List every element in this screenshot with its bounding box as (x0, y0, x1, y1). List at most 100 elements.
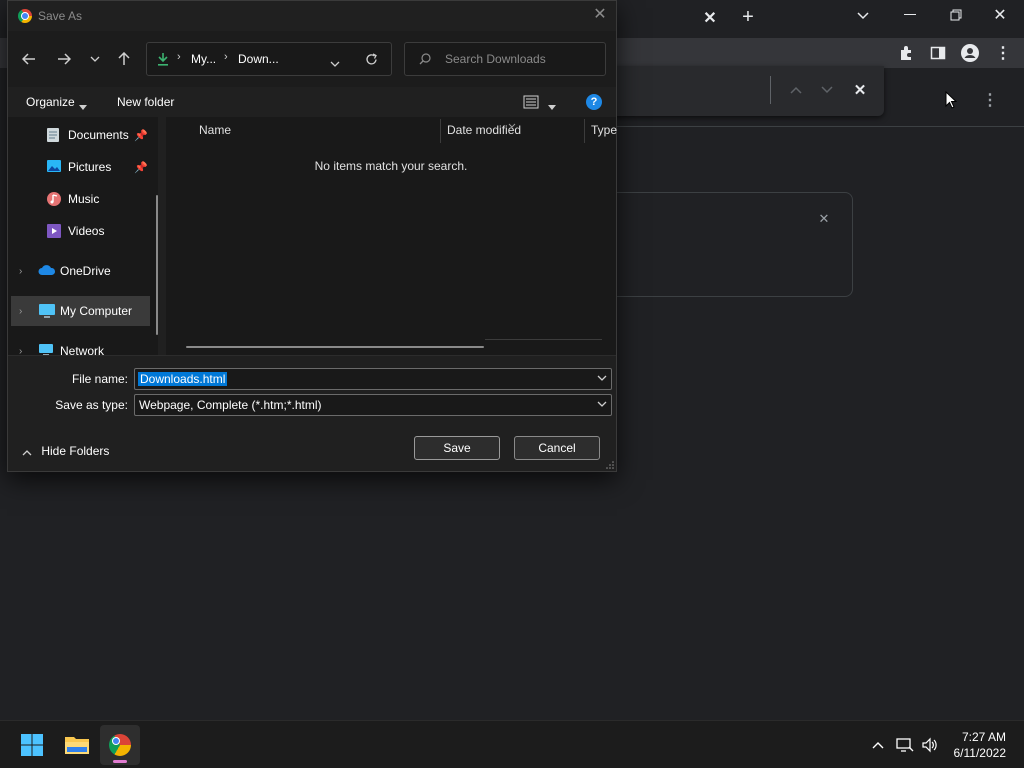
network-icon (38, 343, 54, 355)
find-next-icon[interactable] (817, 82, 837, 98)
new-tab-icon[interactable]: + (737, 6, 759, 28)
search-placeholder: Search Downloads (445, 52, 546, 66)
nav-item-pictures[interactable]: Pictures 📌 (8, 152, 158, 182)
videos-icon (46, 223, 62, 239)
dialog-titlebar: Save As ✕ (8, 1, 616, 31)
cancel-button[interactable]: Cancel (514, 436, 600, 460)
nav-item-network[interactable]: › Network (8, 336, 158, 355)
find-close-icon[interactable]: ✕ (850, 80, 870, 100)
profile-icon[interactable] (959, 42, 981, 64)
address-bar[interactable]: › My... › Down... (146, 42, 392, 76)
breadcrumb-separator-icon: › (224, 51, 228, 63)
restore-icon[interactable] (944, 4, 968, 26)
chrome-icon (109, 734, 131, 756)
expand-arrow-icon[interactable]: › (19, 266, 22, 277)
dialog-close-icon[interactable]: ✕ (592, 7, 608, 23)
hide-folders-toggle[interactable]: Hide Folders (22, 444, 109, 459)
dialog-footer: File name: Downloads.html Save as type: … (8, 355, 616, 471)
start-button[interactable] (12, 725, 52, 765)
music-icon (46, 191, 62, 207)
refresh-icon[interactable] (365, 53, 378, 69)
nav-label: Music (68, 192, 100, 206)
expand-arrow-icon[interactable]: › (19, 346, 22, 356)
pane-divider (485, 339, 602, 340)
nav-item-music[interactable]: Music (8, 184, 158, 214)
command-bar: Organize New folder ? (8, 87, 616, 117)
organize-menu[interactable]: Organize (26, 95, 75, 109)
file-explorer-icon (65, 737, 89, 754)
save-button[interactable]: Save (414, 436, 500, 460)
file-name-value[interactable]: Downloads.html (138, 372, 228, 386)
column-separator[interactable] (584, 119, 585, 143)
card-close-icon[interactable]: ✕ (815, 210, 833, 228)
save-type-select[interactable]: Webpage, Complete (*.htm;*.html) (134, 394, 612, 416)
find-previous-icon[interactable] (786, 82, 806, 98)
onedrive-icon (38, 264, 56, 280)
file-name-field[interactable]: Downloads.html (134, 368, 612, 390)
page-menu-icon[interactable]: ⋮ (980, 90, 1000, 110)
search-icon (419, 53, 431, 68)
window-close-icon[interactable]: ✕ (988, 4, 1012, 26)
nav-label: My Computer (60, 304, 133, 318)
search-box[interactable]: Search Downloads (404, 42, 606, 76)
forward-arrow-icon[interactable] (53, 49, 75, 69)
side-panel-icon[interactable] (928, 43, 948, 63)
show-hidden-icons-chevron[interactable] (869, 736, 887, 754)
address-dropdown-icon[interactable] (330, 56, 340, 70)
chrome-menu-icon[interactable]: ⋮ (993, 43, 1013, 63)
column-header-name[interactable]: Name (199, 123, 231, 137)
back-arrow-icon[interactable] (18, 49, 40, 69)
horizontal-scrollbar[interactable] (186, 346, 484, 348)
tab-search-chevron-icon[interactable] (853, 6, 873, 26)
nav-pane-scrollbar[interactable] (156, 195, 158, 335)
empty-results-message: No items match your search. (314, 159, 468, 173)
system-clock[interactable]: 7:27 AM 6/11/2022 (954, 729, 1007, 761)
network-status-icon[interactable] (896, 736, 914, 754)
chrome-taskbar-button[interactable] (100, 725, 140, 765)
nav-item-documents[interactable]: Documents 📌 (8, 120, 158, 150)
breadcrumb-my-computer[interactable]: My... (191, 52, 216, 66)
nav-label: Documents (68, 128, 129, 142)
save-as-dialog: Save As ✕ › My... › Down... Search Downl… (7, 0, 617, 472)
tab-close-icon[interactable]: ✕ (700, 8, 720, 28)
documents-icon (46, 127, 62, 143)
view-options-chevron-icon[interactable] (548, 99, 556, 113)
pictures-icon (46, 159, 62, 175)
pin-icon: 📌 (134, 161, 148, 174)
file-name-dropdown-icon[interactable] (597, 373, 607, 384)
file-name-label: File name: (71, 372, 128, 386)
save-type-value: Webpage, Complete (*.htm;*.html) (139, 398, 322, 412)
column-separator[interactable] (440, 119, 441, 143)
active-app-indicator (113, 760, 127, 763)
minimize-icon[interactable] (898, 4, 922, 26)
chevron-up-icon (22, 445, 32, 459)
nav-item-videos[interactable]: Videos (8, 216, 158, 246)
dialog-navbar: › My... › Down... Search Downloads (8, 31, 616, 87)
save-type-dropdown-icon[interactable] (597, 399, 607, 410)
breadcrumb-separator-icon: › (177, 51, 181, 63)
column-header-type[interactable]: Type (591, 123, 617, 137)
nav-label: OneDrive (60, 264, 111, 278)
extensions-icon[interactable] (896, 43, 916, 63)
volume-icon[interactable] (921, 736, 939, 754)
downloads-location-icon (157, 52, 169, 69)
pin-icon: 📌 (134, 129, 148, 142)
new-folder-button[interactable]: New folder (117, 95, 174, 109)
taskbar: 7:27 AM 6/11/2022 (0, 720, 1024, 768)
up-arrow-icon[interactable] (113, 49, 135, 69)
breadcrumb-downloads[interactable]: Down... (238, 52, 279, 66)
help-icon[interactable]: ? (586, 94, 602, 110)
nav-label: Network (60, 344, 105, 355)
recent-locations-chevron-icon[interactable] (84, 49, 106, 69)
nav-item-my-computer[interactable]: › My Computer (11, 296, 150, 326)
view-options-icon[interactable] (523, 95, 539, 112)
start-icon (21, 734, 43, 756)
navigation-pane: Documents 📌 Pictures 📌 Music Videos › On… (8, 117, 158, 355)
hide-folders-label: Hide Folders (41, 444, 110, 458)
nav-item-onedrive[interactable]: › OneDrive (8, 256, 158, 286)
nav-label: Videos (68, 224, 105, 238)
file-explorer-button[interactable] (57, 725, 97, 765)
column-header-date-modified[interactable]: Date modified (447, 123, 521, 137)
expand-arrow-icon[interactable]: › (19, 306, 22, 317)
resize-grip-icon[interactable] (606, 461, 614, 469)
